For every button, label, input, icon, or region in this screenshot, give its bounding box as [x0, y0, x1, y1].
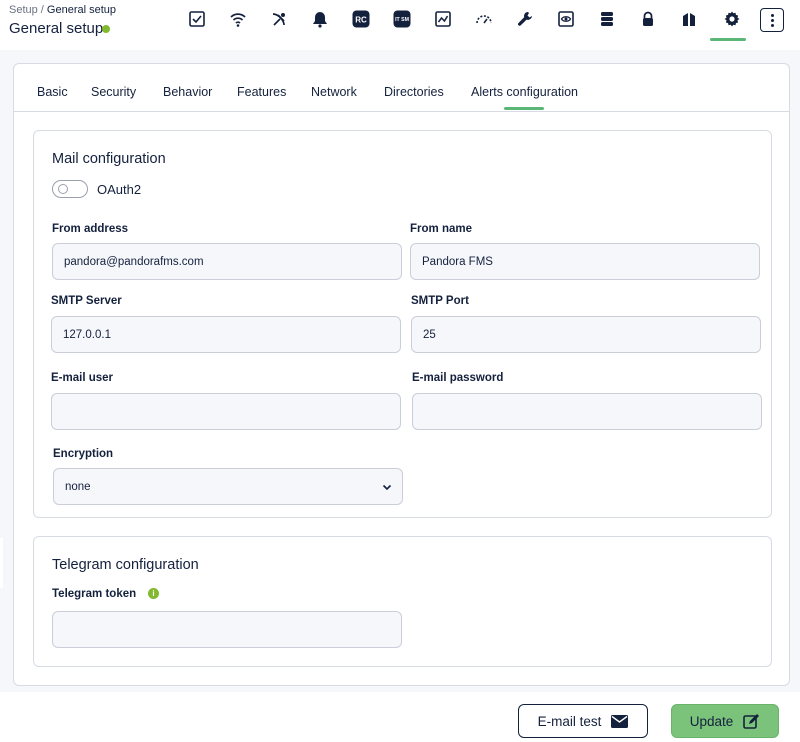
- lock-icon[interactable]: [635, 7, 661, 31]
- database-icon[interactable]: [594, 7, 620, 31]
- gear-icon[interactable]: [710, 7, 746, 41]
- tasks-icon[interactable]: [184, 7, 210, 31]
- oauth2-toggle[interactable]: [52, 180, 88, 198]
- update-label: Update: [689, 713, 734, 729]
- email-user-label: E-mail user: [51, 372, 113, 384]
- email-test-button[interactable]: E-mail test: [518, 704, 648, 738]
- update-button[interactable]: Update: [671, 704, 779, 738]
- tab-security[interactable]: Security: [91, 85, 136, 99]
- rc-icon[interactable]: RC: [348, 7, 374, 31]
- from-name-input[interactable]: Pandora FMS: [410, 243, 760, 280]
- pillars-icon[interactable]: [676, 7, 702, 31]
- encryption-select[interactable]: none: [53, 468, 403, 505]
- chart-icon[interactable]: [430, 7, 456, 31]
- eye-icon[interactable]: [553, 7, 579, 31]
- from-address-label: From address: [52, 223, 129, 235]
- telegram-configuration-title: Telegram configuration: [52, 557, 199, 573]
- wrench-icon[interactable]: [512, 7, 538, 31]
- tab-alerts-configuration[interactable]: Alerts configuration: [471, 85, 578, 110]
- encryption-label: Encryption: [53, 448, 114, 460]
- tab-network[interactable]: Network: [311, 85, 357, 99]
- telegram-token-input[interactable]: [52, 611, 402, 648]
- top-toolbar: RC IT SM: [0, 7, 800, 41]
- setup-tabs: Basic Security Behavior Features Network…: [14, 64, 789, 112]
- mail-configuration-section: Mail configuration OAuth2 From address p…: [33, 130, 772, 518]
- smtp-server-label: SMTP Server: [51, 295, 122, 307]
- oauth2-label: OAuth2: [97, 182, 142, 197]
- sattelite-icon[interactable]: [266, 7, 292, 31]
- itsm-label: IT SM: [395, 17, 409, 23]
- gauge-icon[interactable]: [471, 7, 497, 31]
- smtp-port-label: SMTP Port: [411, 295, 469, 307]
- action-footer: E-mail test Update: [0, 692, 800, 742]
- from-name-label: From name: [410, 223, 472, 235]
- mail-configuration-title: Mail configuration: [52, 151, 166, 167]
- itsm-icon[interactable]: IT SM: [389, 7, 415, 31]
- setup-card: Basic Security Behavior Features Network…: [13, 63, 790, 686]
- telegram-configuration-section: Telegram configuration Telegram token i: [33, 536, 772, 667]
- email-password-label: E-mail password: [412, 372, 504, 384]
- from-address-input[interactable]: pandora@pandorafms.com: [52, 243, 402, 280]
- edit-icon: [743, 713, 760, 729]
- top-header: Setup / General setup General setup RC I…: [0, 0, 800, 50]
- email-user-input[interactable]: [51, 393, 401, 430]
- tab-basic[interactable]: Basic: [37, 85, 68, 99]
- rc-label: RC: [355, 16, 367, 25]
- left-edge-strip: [0, 538, 3, 588]
- envelope-icon: [611, 714, 629, 728]
- smtp-port-input[interactable]: 25: [411, 316, 761, 353]
- tab-features[interactable]: Features: [237, 85, 286, 99]
- email-test-label: E-mail test: [537, 713, 602, 729]
- more-options-button[interactable]: [760, 8, 784, 32]
- toggle-knob: [58, 184, 68, 194]
- bell-icon[interactable]: [307, 7, 333, 31]
- tab-directories[interactable]: Directories: [384, 85, 444, 99]
- tab-behavior[interactable]: Behavior: [163, 85, 212, 99]
- telegram-token-label: Telegram token: [52, 588, 137, 600]
- wireless-icon[interactable]: [225, 7, 251, 31]
- email-password-input[interactable]: [412, 393, 762, 430]
- encryption-selected-value: none: [65, 480, 91, 493]
- chevron-down-icon: [382, 484, 392, 491]
- info-icon[interactable]: i: [148, 588, 159, 599]
- smtp-server-input[interactable]: 127.0.0.1: [51, 316, 401, 353]
